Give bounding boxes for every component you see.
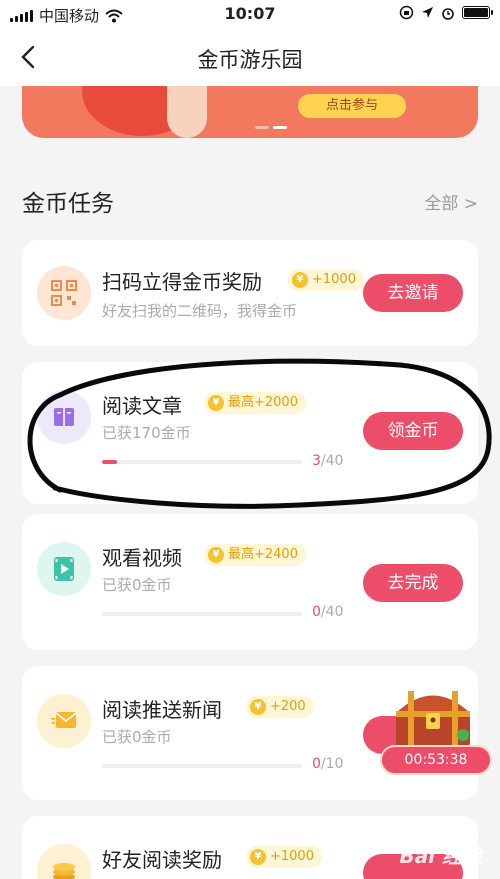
coin-icon: ¥ (250, 849, 266, 865)
qr-code-icon (37, 266, 91, 320)
task-subtitle: 已获0金币 (102, 728, 172, 746)
progress-text: 0/10 (312, 756, 344, 772)
invite-button[interactable]: 去邀请 (363, 274, 463, 312)
progress-bar (102, 460, 302, 464)
carousel-indicator (255, 126, 287, 129)
progress-text: 3/40 (312, 453, 344, 469)
reward-badge: ¥ +1000 (288, 269, 364, 291)
task-title: 观看视频 (102, 546, 182, 570)
envelope-icon (37, 694, 91, 748)
reward-badge: ¥ +200 (246, 696, 314, 718)
page-title: 金币游乐园 (197, 48, 303, 72)
reward-badge: ¥ +1000 (246, 846, 322, 868)
coin-icon: ¥ (292, 272, 308, 288)
location-icon (422, 7, 433, 18)
orientation-lock-icon (399, 5, 414, 20)
task-subtitle: 已获170金币 (102, 424, 191, 442)
coin-icon: ¥ (208, 547, 224, 563)
see-all-link[interactable]: 全部 > (424, 189, 478, 214)
progress-text: 0/40 (312, 604, 344, 620)
progress-bar (102, 612, 302, 616)
alarm-icon (442, 7, 454, 20)
section-title: 金币任务 (22, 191, 114, 217)
task-card: 扫码立得金币奖励 ¥ +1000 好友扫我的二维码，我得金币 去邀请 (22, 240, 478, 346)
task-subtitle: 已获0金币 (102, 576, 172, 594)
book-icon (37, 390, 91, 444)
task-title: 阅读文章 (102, 394, 182, 418)
task-card: 观看视频 ¥ 最高+2400 已获0金币 去完成 0/40 (22, 514, 478, 650)
reward-badge: ¥ 最高+2000 (204, 392, 306, 414)
coin-icon: ¥ (208, 395, 224, 411)
promo-banner[interactable]: 点击参与 (22, 86, 478, 138)
coins-icon (37, 844, 91, 879)
task-title: 扫码立得金币奖励 (102, 270, 262, 294)
coin-icon: ¥ (250, 699, 266, 715)
task-card: 阅读文章 ¥ 最高+2000 已获170金币 领金币 3/40 (22, 362, 478, 504)
progress-bar (102, 764, 302, 768)
task-title: 好友阅读奖励 (102, 848, 222, 872)
banner-cta-button[interactable]: 点击参与 (298, 94, 406, 118)
watermark-logo: Bai 经验 (399, 844, 482, 868)
task-title: 阅读推送新闻 (102, 698, 222, 722)
treasure-chest-icon[interactable] (388, 683, 478, 753)
navigation-bar: 金币游乐园 (0, 30, 500, 86)
status-bar: 中国移动 10:07 (0, 0, 500, 30)
video-icon (37, 542, 91, 596)
reward-badge: ¥ 最高+2400 (204, 544, 306, 566)
task-subtitle: 好友扫我的二维码，我得金币 (102, 302, 298, 320)
battery-icon (462, 6, 493, 19)
treasure-timer[interactable]: 00:53:38 (380, 745, 492, 775)
claim-coins-button[interactable]: 领金币 (363, 412, 463, 450)
banner-hand-illustration (167, 86, 207, 138)
complete-task-button[interactable]: 去完成 (363, 564, 463, 602)
